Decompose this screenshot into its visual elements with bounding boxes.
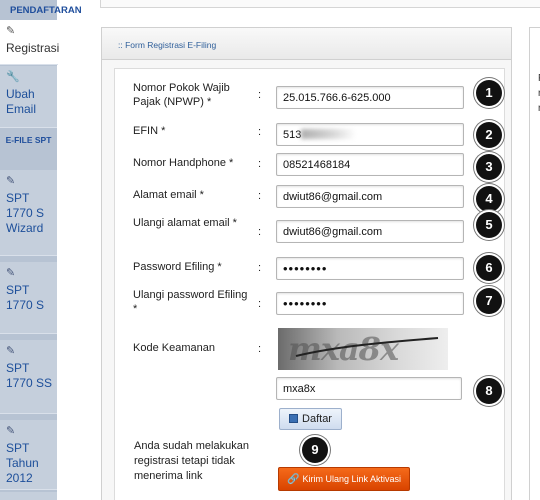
password-input[interactable]: •••••••• xyxy=(276,257,464,280)
password-confirm-label: Ulangi password Efiling * xyxy=(133,289,248,315)
sidebar-item-spt-1770s[interactable]: ✎ SPT 1770 S xyxy=(0,262,57,334)
efin-input[interactable]: 513 xyxy=(276,123,464,146)
npwp-label: Nomor Pokok Wajib Pajak (NPWP) * xyxy=(133,82,230,108)
link-icon: 🔗 xyxy=(287,474,300,485)
colon: : xyxy=(258,89,262,101)
colon: : xyxy=(258,343,262,355)
save-icon xyxy=(289,414,299,423)
step-marker: 4 xyxy=(476,186,502,212)
step-marker: 2 xyxy=(476,122,502,148)
resend-activation-button[interactable]: 🔗 Kirim Ulang Link Aktivasi xyxy=(278,467,410,491)
edit-icon: ✎ xyxy=(6,345,16,357)
captcha-label: Kode Keamanan xyxy=(133,342,215,354)
colon: : xyxy=(258,126,262,138)
daftar-button-label: Daftar xyxy=(302,413,332,425)
redacted-blur xyxy=(301,129,357,139)
password-confirm-input[interactable]: •••••••• xyxy=(276,292,464,315)
daftar-button[interactable]: Daftar xyxy=(279,408,342,430)
efin-value: 513 xyxy=(283,129,302,141)
edit-icon: ✎ xyxy=(6,267,16,279)
efin-label: EFIN * xyxy=(133,125,166,137)
sidebar-item-more[interactable] xyxy=(0,492,57,500)
colon: : xyxy=(258,226,262,238)
edit-icon: ✎ xyxy=(6,175,16,187)
sidebar-item-spt-1770ss[interactable]: ✎ SPT 1770 SS xyxy=(0,340,57,414)
sidebar-item-label: Registrasi xyxy=(6,41,60,55)
edit-icon: ✎ xyxy=(6,25,16,37)
email-input[interactable]: dwiut86@gmail.com xyxy=(276,185,464,208)
step-marker: 6 xyxy=(476,255,502,281)
top-bar xyxy=(100,0,540,8)
sidebar-item-label: SPT 1770 SS xyxy=(6,361,53,390)
sidebar-item-registrasi[interactable]: ✎ Registrasi xyxy=(0,20,60,65)
password-label: Password Efiling * xyxy=(133,261,222,273)
step-marker: 9 xyxy=(302,437,328,463)
resend-note: Anda sudah melakukan registrasi tetapi t… xyxy=(134,440,249,482)
email-label: Alamat email * xyxy=(133,189,204,201)
colon: : xyxy=(258,298,262,310)
panel-title: :: Form Registrasi E-Filing xyxy=(102,28,511,60)
email-confirm-label: Ulangi alamat email * xyxy=(133,217,237,229)
sidebar-item-label: SPT 1770 S Wizard xyxy=(6,191,45,235)
sidebar-item-ubah-email[interactable]: 🔧 Ubah Email xyxy=(0,66,57,128)
captcha-image: mxa8x xyxy=(278,328,448,370)
step-marker: 8 xyxy=(476,378,502,404)
colon: : xyxy=(258,190,262,202)
right-panel: F r r xyxy=(529,27,540,500)
colon: : xyxy=(258,262,262,274)
captcha-input[interactable]: mxa8x xyxy=(276,377,462,400)
edit-icon: ✎ xyxy=(6,425,16,437)
step-marker: 3 xyxy=(476,154,502,180)
phone-label: Nomor Handphone * xyxy=(133,157,234,169)
sidebar-item-spt-tahun-2012[interactable]: ✎ SPT Tahun 2012 xyxy=(0,420,57,490)
captcha-noise-line xyxy=(295,337,439,357)
sidebar: PENDAFTARAN ✎ Registrasi 🔧 Ubah Email E-… xyxy=(0,0,82,500)
sidebar-section-efile: E-FILE SPT xyxy=(0,133,57,165)
sidebar-item-spt-1770s-wizard[interactable]: ✎ SPT 1770 S Wizard xyxy=(0,170,57,256)
colon: : xyxy=(258,158,262,170)
resend-activation-label: Kirim Ulang Link Aktivasi xyxy=(302,474,401,484)
step-marker: 1 xyxy=(476,80,502,106)
sidebar-item-label: SPT 1770 S xyxy=(6,283,45,312)
step-marker: 7 xyxy=(476,288,502,314)
phone-input[interactable]: 08521468184 xyxy=(276,153,464,176)
sidebar-header: PENDAFTARAN xyxy=(10,5,82,16)
wrench-icon: 🔧 xyxy=(6,71,20,83)
step-marker: 5 xyxy=(476,212,502,238)
npwp-input[interactable]: 25.015.766.6-625.000 xyxy=(276,86,464,109)
sidebar-item-label: SPT Tahun 2012 xyxy=(6,441,39,485)
email-confirm-input[interactable]: dwiut86@gmail.com xyxy=(276,220,464,243)
sidebar-item-label: Ubah Email xyxy=(6,87,37,116)
